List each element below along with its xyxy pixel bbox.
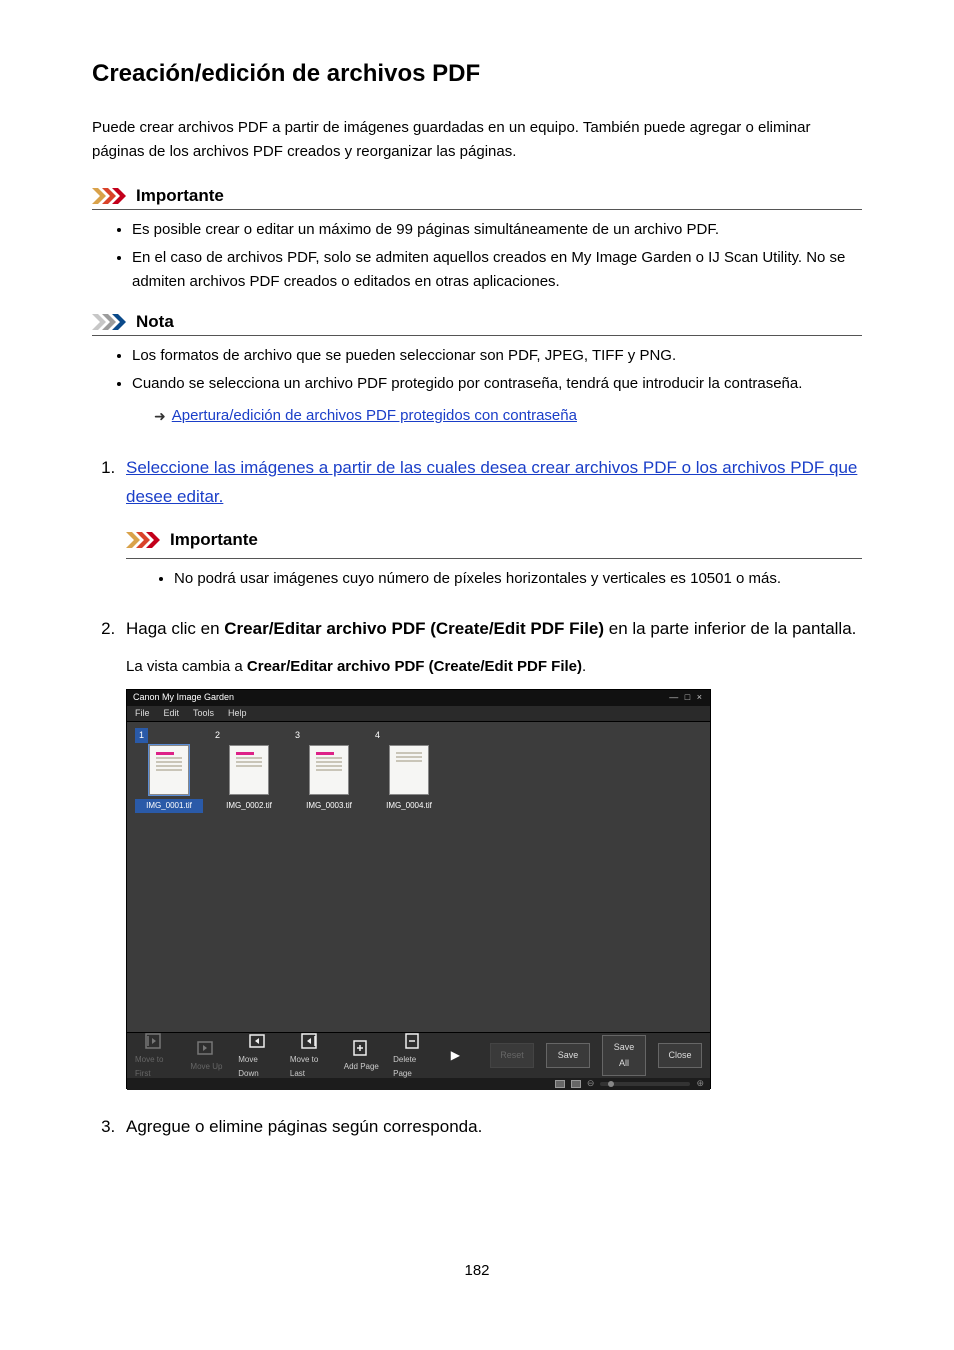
tool-move-first[interactable]: Move to First — [135, 1031, 175, 1080]
important-item: Es posible crear o editar un máximo de 9… — [132, 218, 862, 242]
arrow-right-icon: ➜ — [154, 405, 166, 427]
thumb-1[interactable]: 1 IMG_0001.tif — [135, 728, 203, 1026]
app-menubar: File Edit Tools Help — [127, 706, 710, 722]
move-up-icon — [195, 1038, 217, 1058]
step1-link[interactable]: Seleccione las imágenes a partir de las … — [126, 458, 857, 506]
tool-move-last[interactable]: Move to Last — [290, 1031, 330, 1080]
page-title: Creación/edición de archivos PDF — [92, 60, 862, 88]
zoom-minus-icon[interactable]: ⊖ — [587, 1076, 595, 1091]
app-toolbar: Move to First Move Up Move Down Move to … — [127, 1032, 710, 1078]
important-callout: Importante Es posible crear o editar un … — [92, 186, 862, 294]
zoom-plus-icon[interactable]: ⊕ — [696, 1076, 704, 1091]
menu-file[interactable]: File — [135, 706, 150, 721]
step-2: Haga clic en Crear/Editar archivo PDF (C… — [120, 615, 862, 1089]
tool-move-down[interactable]: Move Down — [238, 1031, 278, 1080]
important-icon — [126, 532, 162, 548]
close-button[interactable]: Close — [658, 1043, 702, 1068]
menu-help[interactable]: Help — [228, 706, 247, 721]
tool-move-up[interactable]: Move Up — [187, 1038, 227, 1074]
note-item: Los formatos de archivo que se pueden se… — [132, 344, 862, 368]
step-1: Seleccione las imágenes a partir de las … — [120, 454, 862, 591]
add-page-icon — [350, 1038, 372, 1058]
note-item: Cuando se selecciona un archivo PDF prot… — [132, 372, 862, 428]
app-titlebar: Canon My Image Garden — □ × — [127, 690, 710, 706]
save-all-button[interactable]: Save All — [602, 1035, 646, 1076]
thumb-2[interactable]: 2 IMG_0002.tif — [215, 728, 283, 1026]
note-sublink[interactable]: Apertura/edición de archivos PDF protegi… — [172, 404, 577, 428]
thumb-3[interactable]: 3 IMG_0003.tif — [295, 728, 363, 1026]
step1-important-callout: Importante No podrá usar imágenes cuyo n… — [126, 526, 862, 591]
note-icon — [92, 314, 128, 330]
move-down-icon — [247, 1031, 269, 1051]
window-controls[interactable]: — □ × — [669, 690, 704, 705]
note-callout: Nota Los formatos de archivo que se pued… — [92, 312, 862, 428]
reset-button[interactable]: Reset — [490, 1043, 534, 1068]
intro-paragraph: Puede crear archivos PDF a partir de imá… — [92, 116, 862, 164]
zoom-slider[interactable] — [600, 1082, 690, 1086]
app-title: Canon My Image Garden — [133, 690, 234, 705]
view-mode-icon[interactable] — [571, 1080, 581, 1088]
important-label: Importante — [136, 186, 224, 206]
app-screenshot: Canon My Image Garden — □ × File Edit To… — [126, 689, 711, 1089]
thumb-4[interactable]: 4 IMG_0004.tif — [375, 728, 443, 1026]
view-mode-icon[interactable] — [555, 1080, 565, 1088]
delete-page-icon — [402, 1031, 424, 1051]
tool-add-page[interactable]: Add Page — [342, 1038, 382, 1074]
step-3: Agregue o elimine páginas según correspo… — [120, 1113, 862, 1142]
tool-delete-page[interactable]: Delete Page — [393, 1031, 433, 1080]
important-icon — [92, 188, 128, 204]
page-number: 182 — [92, 1262, 862, 1279]
save-button[interactable]: Save — [546, 1043, 590, 1068]
step2-caption: La vista cambia a Crear/Editar archivo P… — [126, 654, 862, 680]
move-last-icon — [299, 1031, 321, 1051]
step1-important-item: No podrá usar imágenes cuyo número de pí… — [174, 567, 862, 591]
menu-edit[interactable]: Edit — [164, 706, 180, 721]
menu-tools[interactable]: Tools — [193, 706, 214, 721]
note-label: Nota — [136, 312, 174, 332]
step1-important-label: Importante — [170, 526, 258, 555]
app-content: 1 IMG_0001.tif 2 IMG_0002.tif 3 IMG_0003… — [127, 722, 710, 1032]
important-item: En el caso de archivos PDF, solo se admi… — [132, 246, 862, 294]
move-first-icon — [144, 1031, 166, 1051]
toolbar-expand-icon[interactable]: ▶ — [451, 1045, 460, 1065]
